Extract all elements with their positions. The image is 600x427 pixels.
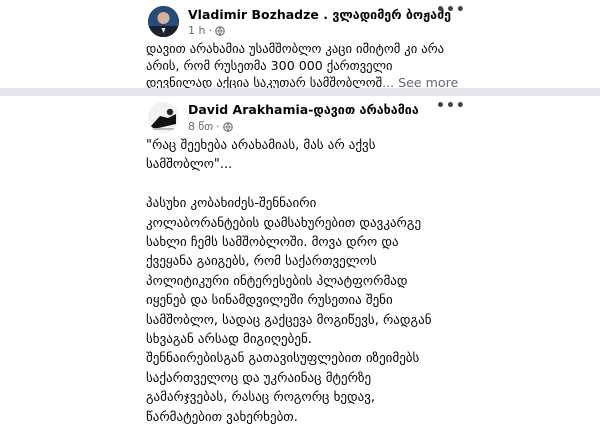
- post-text-line: პასუხი კობახიძეს-შენნაირი: [146, 196, 317, 212]
- post-author[interactable]: David Arakhamia-დავით არახამია: [188, 102, 419, 117]
- avatar-image: [148, 6, 179, 37]
- post-author[interactable]: Vladimir Bozhadze . ვლადიმერ ბოჟაძე: [188, 7, 451, 22]
- post-text-line: არის, რომ რუსეთმა 300 000 ქართველი: [146, 58, 393, 73]
- post-text-line: სხვაგან არსად მიგიღებენ.: [146, 332, 312, 348]
- post-time[interactable]: 1 h: [188, 24, 205, 37]
- post-quote-line: "რაც შეეხება არახამიას, მას არ აქვს: [146, 138, 376, 153]
- post-text: დავით არახამია უსამშობლო კაცი იმიტომ კი …: [146, 40, 458, 91]
- more-options-icon[interactable]: •••: [436, 2, 466, 18]
- globe-icon: [222, 121, 233, 132]
- post-david: David Arakhamia-დავით არახამია 8 წთ · ••…: [0, 96, 600, 425]
- post-time[interactable]: 8 წთ: [188, 120, 213, 133]
- post-text-line: საქართველოც და უკრაინაც მტერზე: [146, 370, 372, 386]
- post-quote-line: სამშობლო"...: [146, 157, 233, 173]
- post-text: "რაც შეეხება არახამიას, მას არ აქვს სამშ…: [146, 136, 456, 427]
- post-text-line: ქვეყანა გაიგებს, რომ საქართველოს: [146, 254, 377, 270]
- feed-divider: [0, 88, 600, 96]
- globe-icon: [215, 25, 225, 36]
- post-text-line: კოლაბორანტების დამსახურებით დავკარგე: [146, 215, 422, 231]
- avatar-image: [148, 102, 179, 133]
- post-text-line: იყენებ და სინამდვილეში რუსეთია შენი: [146, 293, 393, 309]
- avatar[interactable]: [148, 102, 179, 133]
- post-meta: 1 h ·: [188, 24, 225, 37]
- more-options-icon[interactable]: •••: [436, 98, 466, 114]
- post-text-line: შენნაირებისგან გათავისუფლებით იზეიმებს: [146, 351, 420, 367]
- post-vladimir: Vladimir Bozhadze . ვლადიმერ ბოჟაძე 1 h …: [0, 0, 600, 91]
- post-text-line: სამშობლო, სადაც გაქცევა მოგიწევს, რადგან: [146, 312, 432, 328]
- post-text-line: წარმატებით ვახერხებთ.: [146, 409, 298, 425]
- post-text-line: დავით არახამია უსამშობლო კაცი იმიტომ კი …: [146, 41, 445, 56]
- post-text-line: სახლი ჩემს სამშობლოში. მოვა დრო და: [146, 235, 399, 251]
- post-text-line: გამარჯვებას, რასაც როგორც ხედავ,: [146, 390, 376, 406]
- avatar[interactable]: [148, 6, 179, 37]
- post-text-line: პოლიტიკური ინტერესების პლატფორმად: [146, 273, 408, 289]
- post-meta: 8 წთ ·: [188, 120, 233, 133]
